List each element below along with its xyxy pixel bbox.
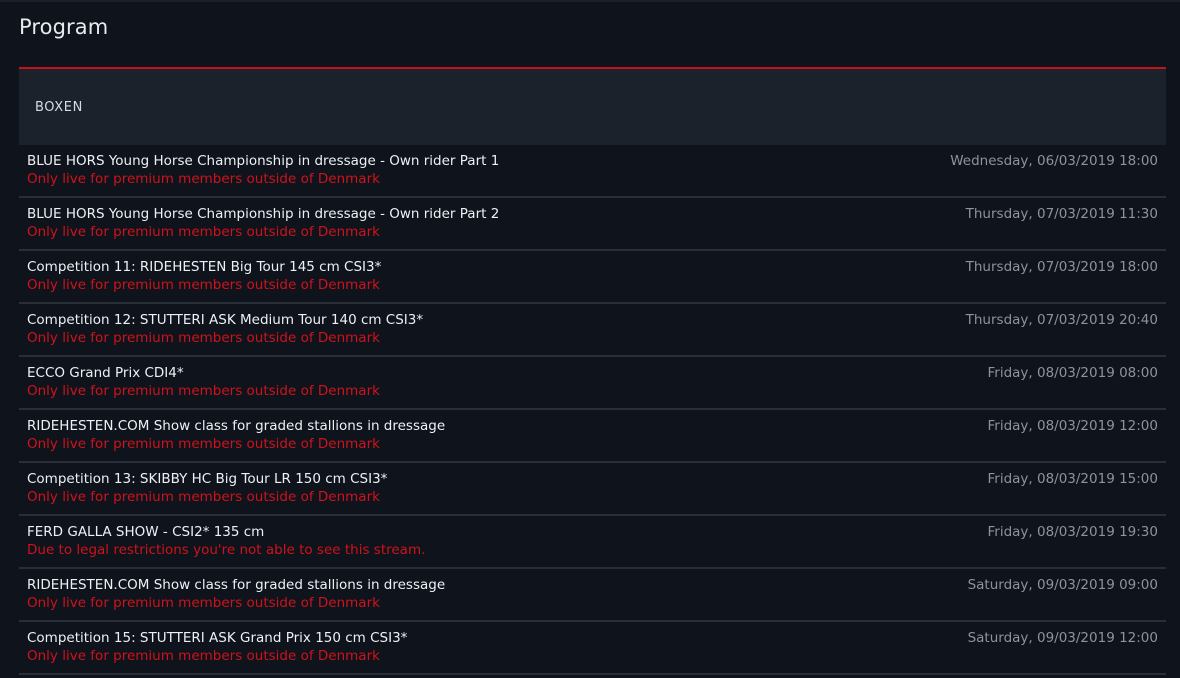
availability-notice: Due to legal restrictions you're not abl…	[27, 542, 426, 558]
program-title: BLUE HORS Young Horse Championship in dr…	[27, 153, 500, 169]
program-title: Competition 12: STUTTERI ASK Medium Tour…	[27, 312, 424, 328]
availability-notice: Only live for premium members outside of…	[27, 595, 380, 611]
program-title: FERD GALLA SHOW - CSI2* 135 cm	[27, 524, 265, 540]
program-item[interactable]: Competition 15: STUTTERI ASK Grand Prix …	[19, 622, 1166, 675]
program-datetime: Saturday, 09/03/2019 09:00	[967, 577, 1158, 593]
program-title: RIDEHESTEN.COM Show class for graded sta…	[27, 577, 446, 593]
program-datetime: Friday, 08/03/2019 15:00	[987, 471, 1158, 487]
program-item[interactable]: RIDEHESTEN.COM Show class for graded sta…	[19, 410, 1166, 463]
program-page: Program BOXEN BLUE HORS Young Horse Cham…	[0, 0, 1180, 678]
program-item[interactable]: BLUE HORS Young Horse Championship in dr…	[19, 145, 1166, 198]
program-datetime: Friday, 08/03/2019 19:30	[987, 524, 1158, 540]
availability-notice: Only live for premium members outside of…	[27, 648, 380, 664]
program-title: BLUE HORS Young Horse Championship in dr…	[27, 206, 500, 222]
section-label: BOXEN	[35, 100, 83, 115]
program-item[interactable]: ECCO Grand Prix CDI4* Only live for prem…	[19, 357, 1166, 410]
program-datetime: Thursday, 07/03/2019 11:30	[965, 206, 1158, 222]
program-datetime: Friday, 08/03/2019 08:00	[987, 365, 1158, 381]
program-datetime: Saturday, 09/03/2019 12:00	[967, 630, 1158, 646]
program-item[interactable]: Competition 12: STUTTERI ASK Medium Tour…	[19, 304, 1166, 357]
availability-notice: Only live for premium members outside of…	[27, 277, 380, 293]
program-item[interactable]: Competition 13: SKIBBY HC Big Tour LR 15…	[19, 463, 1166, 516]
program-title: Competition 15: STUTTERI ASK Grand Prix …	[27, 630, 408, 646]
availability-notice: Only live for premium members outside of…	[27, 224, 380, 240]
program-item[interactable]: BLUE HORS Young Horse Championship in dr…	[19, 198, 1166, 251]
page-title: Program	[19, 15, 109, 39]
section-header[interactable]: BOXEN	[19, 67, 1166, 145]
program-datetime: Friday, 08/03/2019 12:00	[987, 418, 1158, 434]
program-title: ECCO Grand Prix CDI4*	[27, 365, 184, 381]
availability-notice: Only live for premium members outside of…	[27, 489, 380, 505]
program-datetime: Wednesday, 06/03/2019 18:00	[950, 153, 1158, 169]
availability-notice: Only live for premium members outside of…	[27, 383, 380, 399]
program-title: Competition 13: SKIBBY HC Big Tour LR 15…	[27, 471, 388, 487]
program-list: BLUE HORS Young Horse Championship in dr…	[19, 145, 1166, 675]
program-item[interactable]: FERD GALLA SHOW - CSI2* 135 cm Due to le…	[19, 516, 1166, 569]
program-title: RIDEHESTEN.COM Show class for graded sta…	[27, 418, 446, 434]
program-item[interactable]: RIDEHESTEN.COM Show class for graded sta…	[19, 569, 1166, 622]
program-title: Competition 11: RIDEHESTEN Big Tour 145 …	[27, 259, 382, 275]
availability-notice: Only live for premium members outside of…	[27, 330, 380, 346]
program-panel: BOXEN BLUE HORS Young Horse Championship…	[19, 67, 1166, 675]
program-item[interactable]: Competition 11: RIDEHESTEN Big Tour 145 …	[19, 251, 1166, 304]
availability-notice: Only live for premium members outside of…	[27, 436, 380, 452]
program-datetime: Thursday, 07/03/2019 18:00	[965, 259, 1158, 275]
availability-notice: Only live for premium members outside of…	[27, 171, 380, 187]
program-datetime: Thursday, 07/03/2019 20:40	[965, 312, 1158, 328]
